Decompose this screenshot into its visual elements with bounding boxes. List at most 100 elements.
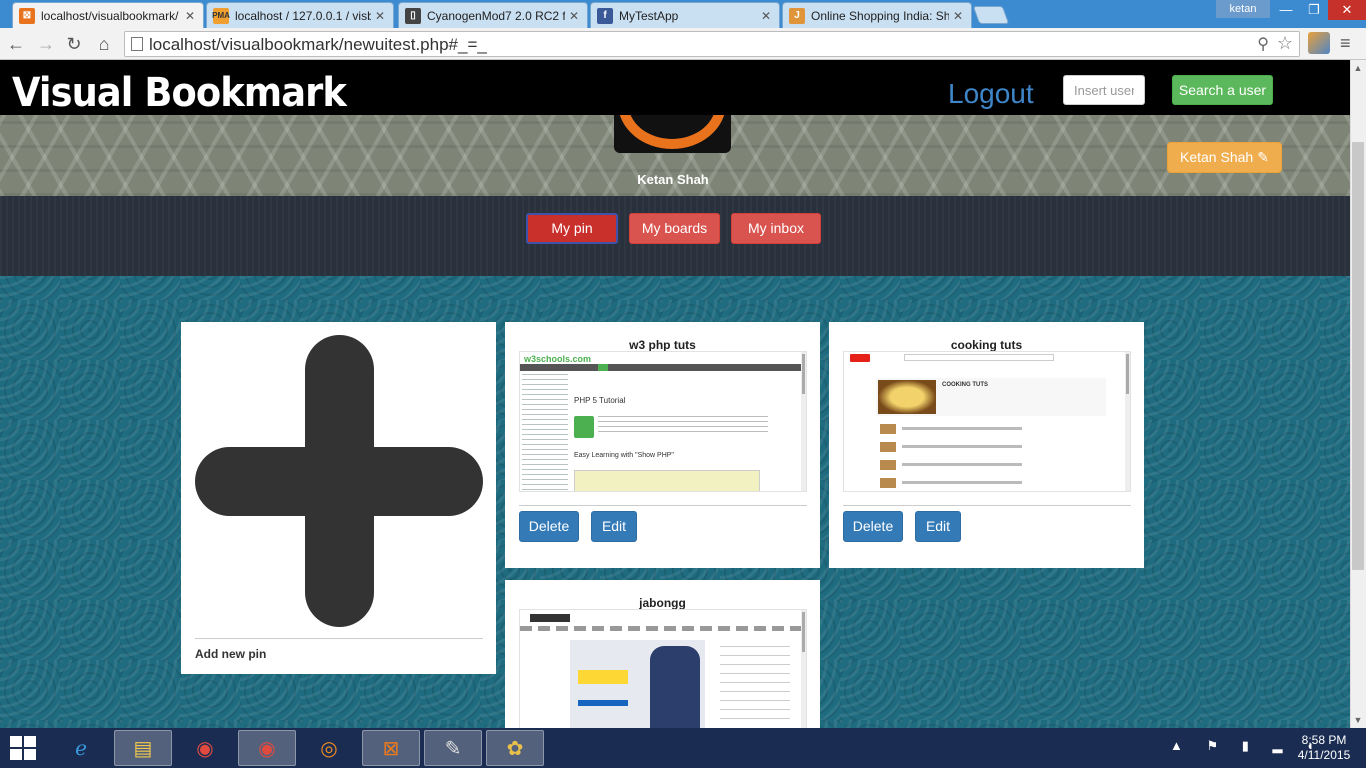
tab-my-pin[interactable]: My pin [526, 213, 618, 244]
pin-thumbnail[interactable] [519, 609, 807, 728]
thumbnail-navbar [520, 364, 806, 371]
jabong-icon: J [789, 7, 805, 24]
delete-button[interactable]: Delete [519, 511, 579, 542]
divider [843, 505, 1131, 506]
browser-tabstrip: ⊠ localhost/visualbookmark/ ✕ PMA localh… [0, 0, 1366, 28]
xampp-icon[interactable]: ⊠ [362, 730, 420, 766]
back-icon[interactable]: ← [4, 32, 28, 56]
close-tab-icon[interactable]: ✕ [953, 9, 965, 23]
thumbnail-logo [530, 614, 570, 622]
firefox-icon[interactable]: ◎ [300, 730, 358, 766]
divider [195, 638, 483, 639]
chrome-icon[interactable]: ◉ [238, 730, 296, 766]
xampp-icon: ⊠ [19, 7, 35, 24]
browser-tab-2[interactable]: PMA localhost / 127.0.0.1 / visb ✕ [206, 2, 394, 28]
clock-time: 8:58 PM [1301, 733, 1347, 747]
browser-tab-title: MyTestApp [619, 8, 679, 23]
thumbnail-sidebar [522, 374, 568, 491]
chrome-icon[interactable]: ◉ [176, 730, 234, 766]
pin-thumbnail[interactable]: w3schools.com PHP 5 Tutorial Easy Learni… [519, 351, 807, 492]
close-tab-icon[interactable]: ✕ [569, 9, 581, 23]
thumbnail-logo-text: w3schools [524, 354, 571, 364]
taskbar-clock[interactable]: 8:58 PM 4/11/2015 [1294, 733, 1354, 763]
user-search-input[interactable] [1063, 75, 1145, 105]
phone-icon: ▯ [405, 7, 421, 24]
thumbnail-search [904, 354, 1054, 361]
zoom-icon[interactable]: ⚲ [1257, 34, 1269, 54]
browser-tab-title: localhost / 127.0.0.1 / visb [235, 8, 371, 23]
add-pin-label: Add new pin [195, 647, 267, 661]
brand-logo[interactable]: Visual Bookmark [12, 70, 347, 116]
close-tab-icon[interactable]: ✕ [761, 9, 773, 23]
edit-button[interactable]: Edit [915, 511, 961, 542]
thumbnail-text [720, 646, 790, 726]
thumbnail-food-image [878, 380, 936, 414]
edit-profile-button[interactable]: Ketan Shah ✎ [1167, 142, 1282, 173]
phpmyadmin-icon: PMA [212, 7, 230, 24]
browser-tab-4[interactable]: f MyTestApp ✕ [590, 2, 780, 28]
thumbnail-logo-suffix: .com [570, 354, 592, 364]
delete-button[interactable]: Delete [843, 511, 903, 542]
add-pin-card[interactable]: Add new pin [181, 322, 496, 674]
browser-tab-title: CyanogenMod7 2.0 RC2 fo [427, 8, 565, 23]
thumbnail-video-row [880, 478, 1100, 488]
tab-my-boards[interactable]: My boards [629, 213, 720, 244]
thumbnail-subheading: Easy Learning with "Show PHP" [574, 452, 674, 459]
plus-icon[interactable] [195, 335, 483, 627]
pin-title: w3 php tuts [629, 338, 696, 352]
close-tab-icon[interactable]: ✕ [185, 9, 197, 23]
thumbnail-video-row [880, 442, 1100, 452]
close-tab-icon[interactable]: ✕ [375, 9, 387, 23]
divider [519, 505, 807, 506]
notepad-icon[interactable]: ✎ [424, 730, 482, 766]
clock-date: 4/11/2015 [1297, 748, 1351, 762]
browser-tab-title: Online Shopping India: Sh [811, 8, 949, 23]
thumbnail-badge [574, 416, 594, 438]
thumbnail-example-box [574, 470, 760, 491]
windows-start-icon[interactable] [10, 736, 36, 760]
windows-taskbar: ℯ ▤ ◉ ◉ ◎ ⊠ ✎ ✿ ▲ ⚑ ▮ ▂ ◖ 8:58 PM 4/11/2… [0, 728, 1366, 768]
explorer-icon[interactable]: ▤ [114, 730, 172, 766]
bookmark-star-icon[interactable]: ☆ [1277, 33, 1293, 54]
profile-badge[interactable]: ketan [1216, 0, 1270, 18]
browser-tab-5[interactable]: J Online Shopping India: Sh ✕ [782, 2, 972, 28]
scroll-up-icon[interactable]: ▲ [1350, 60, 1366, 76]
pin-title: cooking tuts [950, 338, 1023, 352]
browser-tab-title: localhost/visualbookmark/ [41, 8, 179, 23]
pin-thumbnail[interactable]: COOKING TUTS [843, 351, 1131, 492]
browser-tab-1[interactable]: ⊠ localhost/visualbookmark/ ✕ [12, 2, 204, 28]
page-icon [131, 37, 143, 51]
edit-button[interactable]: Edit [591, 511, 637, 542]
extension-icon[interactable] [1308, 32, 1330, 54]
tab-my-inbox[interactable]: My inbox [731, 213, 821, 244]
maximize-icon[interactable]: ❐ [1300, 0, 1328, 20]
scroll-down-icon[interactable]: ▼ [1350, 712, 1366, 728]
pin-card: jabongg [505, 580, 820, 728]
forward-icon[interactable]: → [34, 32, 58, 56]
search-user-button[interactable]: Search a user [1172, 75, 1273, 105]
avatar [614, 115, 731, 153]
page-viewport: Ketan Shah Ketan Shah ✎ My pin My boards… [0, 60, 1350, 728]
thumbnail-heading: PHP 5 Tutorial [574, 396, 626, 405]
close-window-icon[interactable]: ✕ [1328, 0, 1366, 20]
logout-link[interactable]: Logout [948, 78, 1034, 110]
paint-icon[interactable]: ✿ [486, 730, 544, 766]
minimize-icon[interactable]: — [1272, 0, 1300, 20]
pin-title: jabongg [639, 596, 686, 610]
youtube-logo-icon [850, 354, 870, 362]
edit-profile-label: Ketan Shah [1180, 149, 1254, 165]
thumbnail-promo-image [570, 640, 705, 728]
url-text[interactable]: localhost/visualbookmark/newuitest.php#_… [149, 35, 487, 55]
pin-card: w3 php tuts w3schools.com PHP 5 Tutorial… [505, 322, 820, 568]
address-bar[interactable]: localhost/visualbookmark/newuitest.php#_… [124, 31, 1300, 57]
reload-icon[interactable]: ↻ [62, 32, 86, 56]
pencil-icon: ✎ [1257, 149, 1269, 165]
facebook-icon: f [597, 7, 613, 24]
browser-tab-3[interactable]: ▯ CyanogenMod7 2.0 RC2 fo ✕ [398, 2, 588, 28]
menu-icon[interactable]: ≡ [1340, 33, 1351, 54]
new-tab-button[interactable] [972, 6, 1010, 24]
top-navbar: Visual Bookmark Logout Search a user [0, 60, 1350, 116]
home-icon[interactable]: ⌂ [92, 32, 116, 56]
ie-icon[interactable]: ℯ [52, 730, 110, 766]
scrollbar-thumb[interactable] [1352, 142, 1364, 570]
